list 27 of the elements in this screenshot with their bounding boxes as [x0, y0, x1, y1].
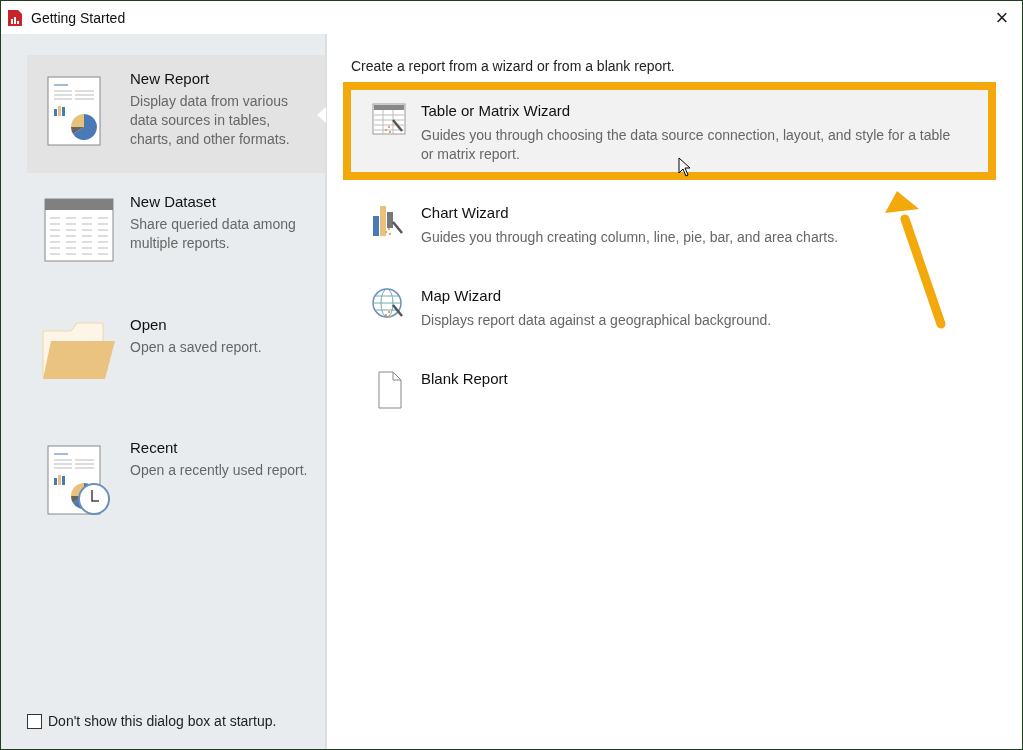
- wizard-option[interactable]: Chart Wizard Guides you through creating column, line, pie, bar, and area charts.: [343, 184, 996, 263]
- option-title: Map Wizard: [421, 287, 503, 304]
- option-title: Blank Report: [421, 370, 508, 387]
- item-title: New Dataset: [130, 193, 217, 210]
- wizard-option[interactable]: Table or Matrix Wizard Guides you through choosing the data source connection, layout, and style for a table or matrix report.: [343, 82, 996, 180]
- sidebar-item[interactable]: New Dataset Share queried data among multiple reports.: [27, 178, 325, 296]
- item-description: Display data from various data sources in tables, charts, and other formats.: [130, 92, 291, 149]
- window-title: Getting Started: [31, 9, 126, 26]
- sidebar-item[interactable]: New Report Display data from various data sources in tables, charts, and other formats.: [27, 55, 325, 173]
- close-button[interactable]: ×: [982, 1, 1022, 34]
- option-title: Chart Wizard: [421, 204, 510, 221]
- wizard-option[interactable]: Blank Report: [343, 350, 996, 430]
- item-description: Share queried data among multiple reports.: [130, 215, 297, 253]
- sidebar-item[interactable]: Recent Open a recently used report.: [27, 424, 325, 542]
- item-title: New Report: [130, 70, 211, 87]
- item-description: Open a saved report.: [130, 338, 263, 357]
- wizard-option[interactable]: Map Wizard Displays report data against a geographical background.: [343, 267, 996, 346]
- instruction-text: Create a report from a wizard or from a blank report.: [351, 58, 676, 74]
- sidebar-item[interactable]: Open Open a saved report.: [27, 301, 325, 419]
- item-title: Open: [130, 316, 168, 333]
- item-description: Open a recently used report.: [130, 461, 309, 480]
- option-description: Guides you through choosing the data source connection, layout, and style for a table or matrix report.: [421, 126, 952, 164]
- option-description: Displays report data against a geographical background.: [421, 311, 772, 330]
- option-title: Table or Matrix Wizard: [421, 102, 572, 119]
- item-title: Recent: [130, 439, 179, 456]
- checkbox-label: Don't show this dialog box at startup.: [48, 713, 277, 729]
- option-description: Guides you through creating column, line, pie, bar, and area charts.: [421, 228, 839, 247]
